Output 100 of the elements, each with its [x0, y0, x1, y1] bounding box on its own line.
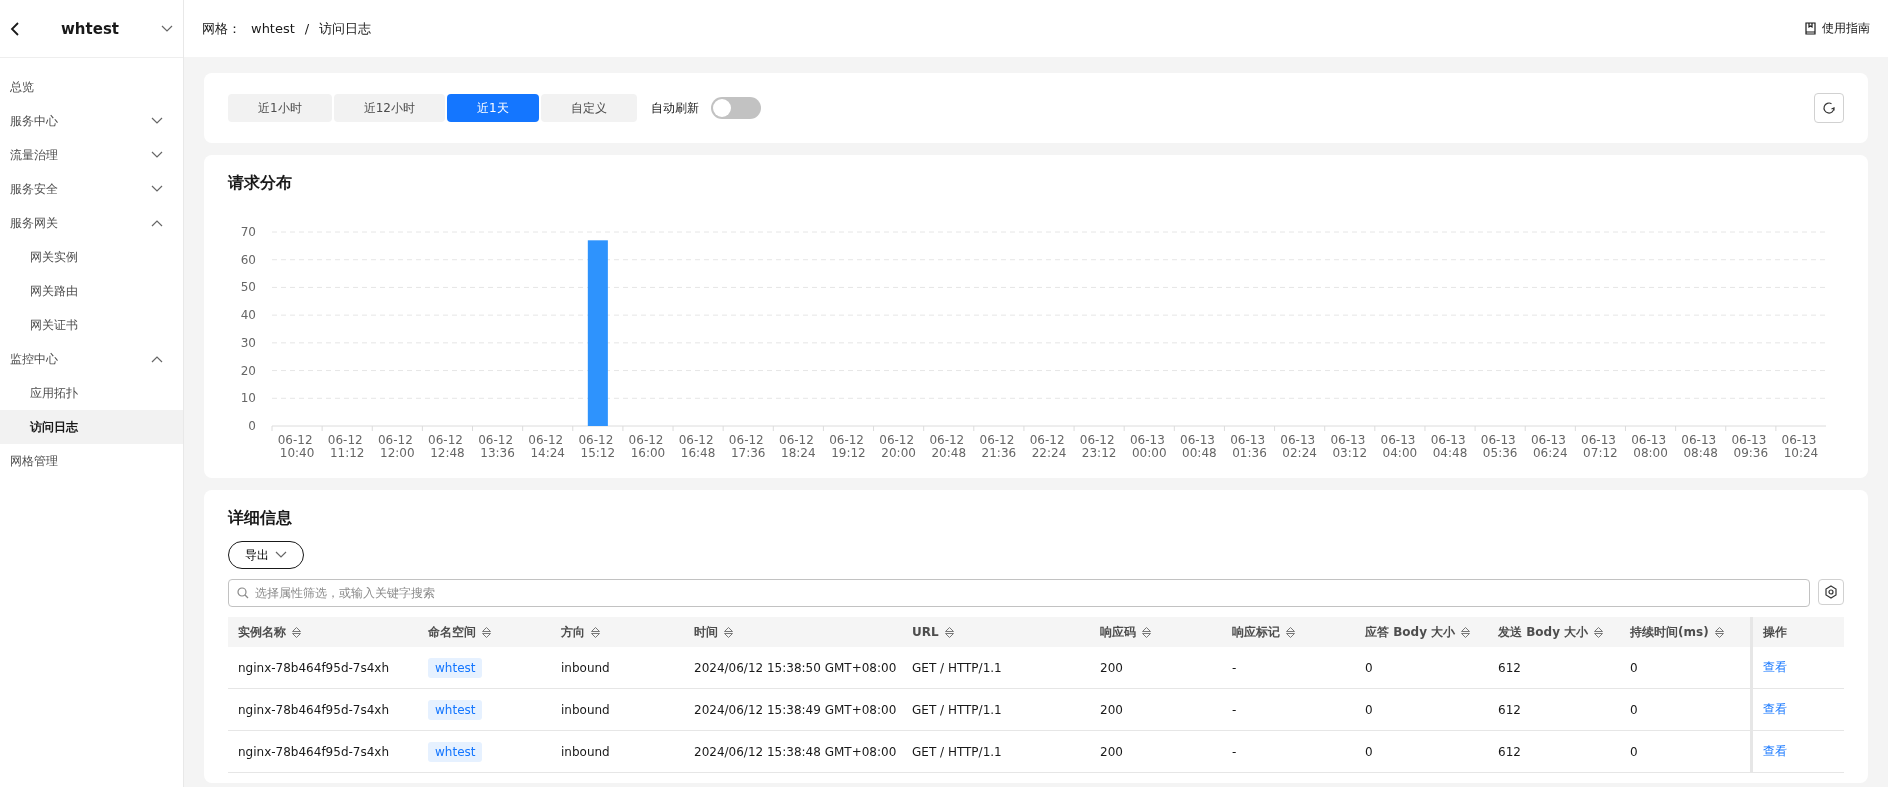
section-title: 请求分布: [228, 173, 293, 194]
x-axis-label: 06-13 08:00: [1631, 433, 1668, 460]
view-link[interactable]: 查看: [1763, 701, 1787, 718]
view-link[interactable]: 查看: [1763, 743, 1787, 760]
mesh-title: whtest: [60, 19, 120, 38]
table-cell: 612: [1498, 660, 1521, 675]
chevron-down-icon: [161, 24, 173, 33]
y-axis-label: 50: [240, 280, 256, 295]
y-axis-label: 10: [240, 391, 256, 406]
table-cell: 2024/06/12 15:38:50 GMT+08:00: [694, 660, 897, 675]
nav-item[interactable]: 服务中心: [0, 104, 183, 138]
time-range-tab[interactable]: 近1天: [446, 94, 539, 122]
auto-refresh-toggle[interactable]: [710, 97, 761, 119]
x-axis-label: 06-12 12:48: [428, 433, 465, 460]
table-cell: 0: [1365, 702, 1373, 717]
back-icon[interactable]: [10, 21, 19, 36]
column-title: 持续时间(ms): [1630, 623, 1709, 641]
table-cell: inbound: [561, 702, 610, 717]
column-title: 响应码: [1100, 623, 1136, 641]
x-axis-label: 06-12 16:48: [678, 433, 716, 460]
namespace-tag: whtest: [428, 657, 483, 678]
table-cell: 612: [1498, 744, 1521, 759]
x-axis-label: 06-12 22:24: [1029, 433, 1067, 460]
chevron-down-icon: [151, 117, 163, 125]
table-cell: -: [1232, 744, 1237, 759]
table-cell: GET / HTTP/1.1: [912, 744, 1002, 759]
x-axis-label: 06-13 04:48: [1430, 433, 1468, 460]
nav-item[interactable]: 服务网关: [0, 206, 183, 240]
x-axis-label: 06-12 16:00: [628, 433, 666, 460]
nav-subitem[interactable]: 访问日志: [0, 410, 183, 444]
chevron-up-icon: [151, 355, 163, 363]
y-axis-label: 30: [240, 335, 256, 350]
settings-button[interactable]: [1818, 579, 1844, 605]
sort-icon[interactable]: [1714, 626, 1724, 638]
sort-icon[interactable]: [724, 626, 733, 638]
sort-icon[interactable]: [1286, 626, 1295, 638]
nav-item[interactable]: 流量治理: [0, 138, 183, 172]
guide-link[interactable]: 使用指南: [1805, 20, 1870, 37]
nav-subitem[interactable]: 网关路由: [0, 274, 183, 308]
export-button[interactable]: 导出: [228, 541, 304, 569]
x-axis-label: 06-12 18:24: [779, 433, 816, 460]
column-title: URL: [912, 625, 939, 639]
sort-icon[interactable]: [591, 626, 600, 638]
sort-icon[interactable]: [1461, 626, 1471, 638]
nav-item[interactable]: 服务安全: [0, 172, 183, 206]
x-axis-label: 06-13 05:36: [1480, 433, 1518, 460]
sort-icon[interactable]: [482, 626, 491, 638]
nav-subitem[interactable]: 应用拓扑: [0, 376, 183, 410]
x-axis-label: 06-13 00:00: [1129, 433, 1167, 460]
nav-item[interactable]: 网格管理: [0, 444, 183, 478]
table-cell: inbound: [561, 660, 610, 675]
sort-icon[interactable]: [1594, 626, 1604, 638]
table-cell: 0: [1630, 702, 1638, 717]
column-title: 发送 Body 大小: [1498, 623, 1589, 641]
chevron-down-icon: [151, 151, 163, 159]
view-link[interactable]: 查看: [1763, 659, 1787, 676]
x-axis-label: 06-12 20:00: [879, 433, 916, 460]
chevron-up-icon: [151, 219, 163, 227]
breadcrumb-link[interactable]: whtest: [251, 21, 295, 36]
x-axis-label: 06-13 10:24: [1781, 433, 1819, 460]
time-range-tab[interactable]: 近1小时: [228, 94, 332, 122]
x-axis-label: 06-12 11:12: [327, 433, 365, 460]
breadcrumb-separator: /: [304, 21, 310, 36]
table-cell: 0: [1365, 660, 1373, 675]
column-title: 命名空间: [428, 623, 476, 641]
nav-item[interactable]: 监控中心: [0, 342, 183, 376]
column-title: 实例名称: [238, 623, 286, 641]
sort-icon[interactable]: [292, 626, 301, 638]
nav-subitem[interactable]: 网关证书: [0, 308, 183, 342]
column-title: 时间: [694, 623, 718, 641]
x-axis-label: 06-12 20:48: [929, 433, 967, 460]
time-range-tab[interactable]: 近12小时: [333, 94, 445, 122]
auto-refresh-label: 自动刷新: [650, 99, 699, 117]
y-axis-label: 40: [240, 308, 256, 323]
x-axis-label: 06-12 15:12: [578, 433, 616, 460]
refresh-button[interactable]: [1814, 93, 1844, 123]
table-cell: 200: [1100, 660, 1123, 675]
settings-icon: [1824, 585, 1838, 599]
table-cell: 200: [1100, 744, 1123, 759]
sort-icon[interactable]: [1142, 626, 1151, 638]
x-axis-label: 06-12 19:12: [829, 433, 866, 460]
time-range-tab[interactable]: 自定义: [540, 94, 637, 122]
x-axis-label: 06-13 02:24: [1280, 433, 1317, 460]
nav-subitem[interactable]: 网关实例: [0, 240, 183, 274]
sort-icon[interactable]: [944, 626, 954, 638]
x-axis-label: 06-13 04:00: [1380, 433, 1418, 460]
table-cell: 2024/06/12 15:38:48 GMT+08:00: [694, 744, 897, 759]
search-field[interactable]: 选择属性筛选，或输入关键字搜索: [228, 579, 1810, 607]
table-cell: 0: [1630, 660, 1638, 675]
table-cell: 0: [1365, 744, 1373, 759]
y-axis-label: 20: [240, 363, 256, 378]
x-axis-label: 06-13 08:48: [1681, 433, 1718, 460]
table-cell: nginx-78b464f95d-7s4xh: [238, 660, 390, 675]
nav-item[interactable]: 总览: [0, 70, 183, 104]
table-cell: 612: [1498, 702, 1521, 717]
table-cell: 200: [1100, 702, 1123, 717]
table-cell: GET / HTTP/1.1: [912, 660, 1002, 675]
x-axis-label: 06-13 07:12: [1581, 433, 1618, 460]
column-title: 操作: [1763, 623, 1787, 641]
x-axis-label: 06-12 23:12: [1079, 433, 1117, 460]
